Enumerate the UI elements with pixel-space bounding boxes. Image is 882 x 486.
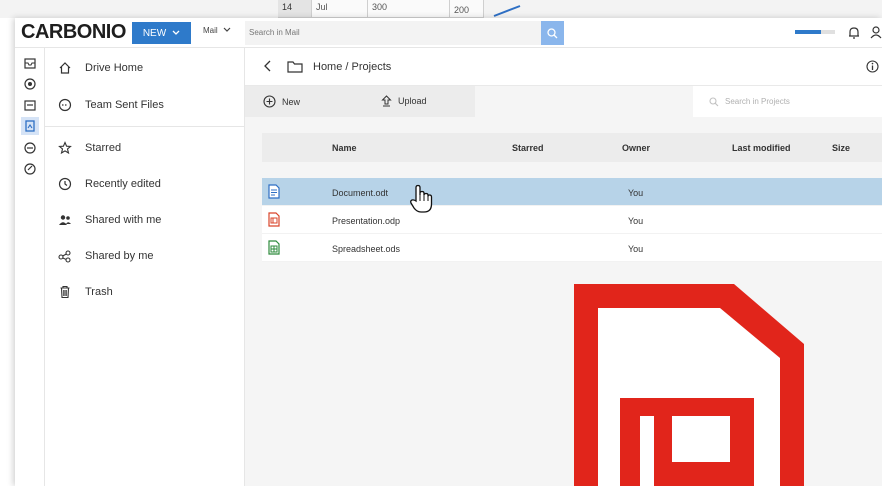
sidebar-item-trash[interactable]: Trash bbox=[45, 274, 245, 310]
new-button[interactable]: NEW bbox=[132, 22, 191, 44]
quota-bar bbox=[795, 30, 835, 34]
sidebar-item-label: Drive Home bbox=[85, 62, 144, 74]
sidebar-item-label: Starred bbox=[85, 142, 122, 154]
file-owner: You bbox=[628, 216, 644, 226]
chevron-left-icon[interactable] bbox=[263, 60, 273, 72]
file-name: Document.odt bbox=[332, 188, 389, 198]
search-icon bbox=[547, 27, 558, 38]
user-icon[interactable] bbox=[870, 26, 882, 39]
file-name: Spreadsheet.ods bbox=[332, 244, 401, 254]
upload-label: Upload bbox=[398, 96, 427, 106]
rail-contacts[interactable] bbox=[23, 77, 37, 91]
hand-cursor-icon bbox=[410, 184, 433, 213]
file-owner: You bbox=[628, 244, 644, 254]
table-row[interactable]: Presentation.odp You bbox=[262, 206, 882, 234]
sidebar-item-label: Shared with me bbox=[85, 214, 162, 226]
rail-tasks[interactable] bbox=[23, 162, 37, 176]
quota-fill bbox=[795, 30, 821, 34]
bell-icon[interactable] bbox=[848, 26, 860, 39]
large-presentation-file-icon bbox=[574, 284, 804, 486]
projects-search-input[interactable]: Search in Projects bbox=[693, 86, 882, 117]
sheet-cell: 14 bbox=[278, 0, 312, 18]
module-selector[interactable]: Mail bbox=[203, 26, 231, 35]
sheet-cell: 200 bbox=[450, 0, 484, 18]
sidebar-item-label: Recently edited bbox=[85, 178, 161, 190]
breadcrumb[interactable]: Home / Projects bbox=[313, 61, 391, 73]
folder-icon bbox=[287, 61, 303, 73]
sidebar-item-label: Shared by me bbox=[85, 250, 154, 262]
sheet-chart-line bbox=[493, 5, 521, 17]
module-label: Mail bbox=[203, 26, 218, 35]
home-icon bbox=[57, 60, 73, 76]
column-size[interactable]: Size bbox=[832, 143, 850, 153]
sheet-cell: 300 bbox=[368, 0, 450, 18]
search-icon bbox=[709, 96, 719, 106]
trash-icon bbox=[57, 284, 73, 300]
column-last-modified[interactable]: Last modified bbox=[732, 143, 791, 153]
sidebar-item-team-sent-files[interactable]: Team Sent Files bbox=[45, 87, 245, 123]
sidebar-item-label: Trash bbox=[85, 286, 113, 298]
table-row[interactable]: Document.odt You bbox=[262, 178, 882, 206]
sidebar-item-label: Team Sent Files bbox=[85, 99, 164, 111]
files-icon bbox=[25, 120, 35, 132]
clock-icon bbox=[57, 176, 73, 192]
column-owner[interactable]: Owner bbox=[622, 143, 650, 153]
action-bar: New Upload bbox=[245, 86, 475, 117]
top-bar: CARBONIO NEW Mail Search in Mail bbox=[15, 18, 882, 48]
share-icon bbox=[57, 248, 73, 264]
mail-search-input[interactable]: Search in Mail bbox=[245, 21, 541, 45]
calendar-icon bbox=[24, 100, 36, 111]
new-item-button[interactable]: New bbox=[263, 95, 300, 108]
spreadsheet-file-icon bbox=[268, 240, 280, 255]
presentation-file-icon bbox=[268, 212, 280, 227]
rail-files[interactable] bbox=[21, 117, 39, 135]
breadcrumb-bar: Home / Projects bbox=[245, 48, 882, 86]
sidebar-divider bbox=[45, 126, 245, 127]
background-spreadsheet: 14 Jul 300 200 bbox=[0, 0, 882, 18]
tasks-icon bbox=[24, 163, 36, 175]
file-owner: You bbox=[628, 188, 644, 198]
projects-search-placeholder: Search in Projects bbox=[725, 97, 790, 106]
new-button-label: NEW bbox=[142, 27, 167, 39]
table-header: Name Starred Owner Last modified Size bbox=[262, 133, 882, 162]
new-item-label: New bbox=[282, 96, 301, 107]
chevron-down-icon bbox=[172, 30, 180, 35]
column-starred[interactable]: Starred bbox=[512, 143, 544, 153]
team-files-icon bbox=[57, 97, 73, 113]
mail-icon bbox=[24, 57, 36, 69]
search-button[interactable] bbox=[541, 21, 564, 45]
document-file-icon bbox=[268, 184, 280, 199]
info-icon[interactable] bbox=[866, 60, 879, 73]
files-table: Name Starred Owner Last modified Size Do… bbox=[262, 133, 882, 262]
contacts-icon bbox=[24, 78, 36, 90]
table-row[interactable]: Spreadsheet.ods You bbox=[262, 234, 882, 262]
column-name[interactable]: Name bbox=[332, 143, 357, 153]
module-rail bbox=[15, 48, 45, 486]
chats-icon bbox=[24, 142, 36, 154]
rail-calendar[interactable] bbox=[23, 98, 37, 112]
sidebar-item-drive-home[interactable]: Drive Home bbox=[45, 50, 245, 86]
upload-button[interactable]: Upload bbox=[381, 95, 427, 107]
drive-sidebar: Drive Home Team Sent Files Starred Recen… bbox=[45, 48, 245, 486]
rail-chats[interactable] bbox=[23, 141, 37, 155]
rail-mail[interactable] bbox=[23, 56, 37, 70]
plus-circle-icon bbox=[263, 95, 276, 108]
chevron-down-icon bbox=[223, 27, 231, 32]
carbonio-logo: CARBONIO bbox=[21, 21, 126, 43]
sidebar-item-starred[interactable]: Starred bbox=[45, 130, 245, 166]
people-icon bbox=[57, 212, 73, 228]
file-name: Presentation.odp bbox=[332, 216, 401, 226]
sheet-cell: Jul bbox=[312, 0, 368, 18]
sidebar-item-recently-edited[interactable]: Recently edited bbox=[45, 166, 245, 202]
sidebar-item-shared-by-me[interactable]: Shared by me bbox=[45, 238, 245, 274]
sidebar-item-shared-with-me[interactable]: Shared with me bbox=[45, 202, 245, 238]
star-icon bbox=[57, 140, 73, 156]
upload-icon bbox=[381, 95, 392, 107]
